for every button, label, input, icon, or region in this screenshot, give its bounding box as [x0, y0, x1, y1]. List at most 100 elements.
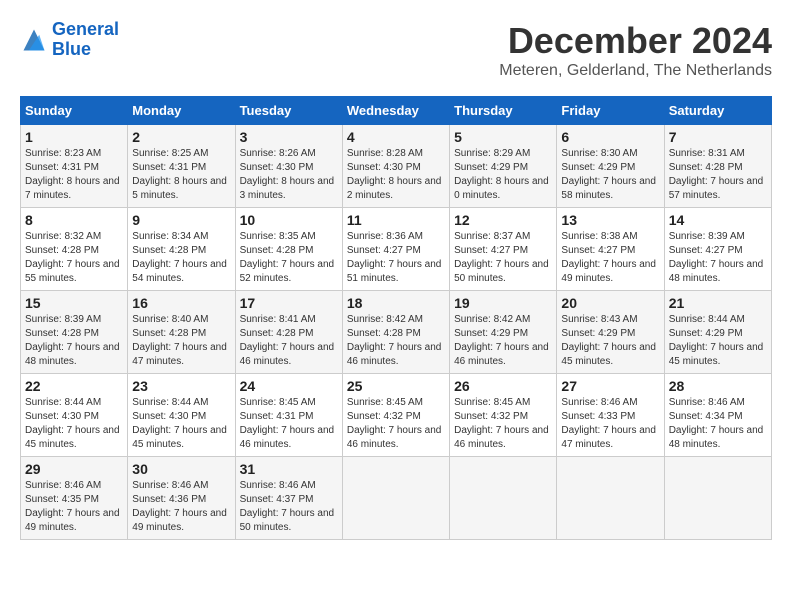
calendar-cell: 26 Sunrise: 8:45 AM Sunset: 4:32 PM Dayl…	[450, 374, 557, 457]
sunrise-label: Sunrise: 8:46 AM	[561, 397, 637, 408]
calendar-cell: 24 Sunrise: 8:45 AM Sunset: 4:31 PM Dayl…	[235, 374, 342, 457]
sunset-label: Sunset: 4:37 PM	[240, 494, 314, 505]
day-info: Sunrise: 8:37 AM Sunset: 4:27 PM Dayligh…	[454, 230, 552, 286]
sunrise-label: Sunrise: 8:42 AM	[347, 314, 423, 325]
daylight-label: Daylight: 7 hours and 45 minutes.	[132, 425, 227, 450]
sunrise-label: Sunrise: 8:30 AM	[561, 148, 637, 159]
sunrise-label: Sunrise: 8:36 AM	[347, 231, 423, 242]
day-number: 4	[347, 129, 445, 145]
calendar-week-row: 22 Sunrise: 8:44 AM Sunset: 4:30 PM Dayl…	[21, 374, 772, 457]
sunrise-label: Sunrise: 8:44 AM	[132, 397, 208, 408]
calendar-cell	[557, 457, 664, 540]
sunset-label: Sunset: 4:27 PM	[669, 245, 743, 256]
calendar-cell: 19 Sunrise: 8:42 AM Sunset: 4:29 PM Dayl…	[450, 291, 557, 374]
daylight-label: Daylight: 8 hours and 2 minutes.	[347, 176, 442, 201]
daylight-label: Daylight: 8 hours and 0 minutes.	[454, 176, 549, 201]
sunrise-label: Sunrise: 8:41 AM	[240, 314, 316, 325]
calendar-header-row: SundayMondayTuesdayWednesdayThursdayFrid…	[21, 97, 772, 125]
sunrise-label: Sunrise: 8:37 AM	[454, 231, 530, 242]
daylight-label: Daylight: 7 hours and 46 minutes.	[240, 342, 335, 367]
sunrise-label: Sunrise: 8:44 AM	[669, 314, 745, 325]
sunset-label: Sunset: 4:31 PM	[25, 162, 99, 173]
sunrise-label: Sunrise: 8:35 AM	[240, 231, 316, 242]
day-number: 6	[561, 129, 659, 145]
sunrise-label: Sunrise: 8:38 AM	[561, 231, 637, 242]
day-number: 19	[454, 295, 552, 311]
calendar-cell: 17 Sunrise: 8:41 AM Sunset: 4:28 PM Dayl…	[235, 291, 342, 374]
day-info: Sunrise: 8:44 AM Sunset: 4:30 PM Dayligh…	[132, 396, 230, 452]
calendar-cell: 15 Sunrise: 8:39 AM Sunset: 4:28 PM Dayl…	[21, 291, 128, 374]
page-header: General Blue December 2024 Meteren, Geld…	[20, 20, 772, 80]
day-info: Sunrise: 8:31 AM Sunset: 4:28 PM Dayligh…	[669, 147, 767, 203]
daylight-label: Daylight: 8 hours and 5 minutes.	[132, 176, 227, 201]
day-info: Sunrise: 8:23 AM Sunset: 4:31 PM Dayligh…	[25, 147, 123, 203]
daylight-label: Daylight: 7 hours and 47 minutes.	[561, 425, 656, 450]
day-number: 15	[25, 295, 123, 311]
daylight-label: Daylight: 7 hours and 49 minutes.	[561, 259, 656, 284]
sunset-label: Sunset: 4:33 PM	[561, 411, 635, 422]
day-of-week-header: Wednesday	[342, 97, 449, 125]
sunset-label: Sunset: 4:29 PM	[561, 328, 635, 339]
day-info: Sunrise: 8:28 AM Sunset: 4:30 PM Dayligh…	[347, 147, 445, 203]
day-info: Sunrise: 8:45 AM Sunset: 4:32 PM Dayligh…	[347, 396, 445, 452]
calendar-week-row: 1 Sunrise: 8:23 AM Sunset: 4:31 PM Dayli…	[21, 125, 772, 208]
sunset-label: Sunset: 4:30 PM	[240, 162, 314, 173]
daylight-label: Daylight: 7 hours and 48 minutes.	[25, 342, 120, 367]
daylight-label: Daylight: 7 hours and 58 minutes.	[561, 176, 656, 201]
daylight-label: Daylight: 7 hours and 50 minutes.	[454, 259, 549, 284]
logo-text: General Blue	[52, 20, 119, 60]
sunrise-label: Sunrise: 8:43 AM	[561, 314, 637, 325]
sunrise-label: Sunrise: 8:34 AM	[132, 231, 208, 242]
day-number: 16	[132, 295, 230, 311]
calendar-cell	[450, 457, 557, 540]
day-number: 25	[347, 378, 445, 394]
sunrise-label: Sunrise: 8:46 AM	[669, 397, 745, 408]
daylight-label: Daylight: 7 hours and 49 minutes.	[25, 508, 120, 533]
day-info: Sunrise: 8:42 AM Sunset: 4:29 PM Dayligh…	[454, 313, 552, 369]
sunset-label: Sunset: 4:28 PM	[240, 245, 314, 256]
calendar-body: 1 Sunrise: 8:23 AM Sunset: 4:31 PM Dayli…	[21, 125, 772, 540]
logo-icon	[20, 26, 48, 54]
day-number: 29	[25, 461, 123, 477]
daylight-label: Daylight: 8 hours and 3 minutes.	[240, 176, 335, 201]
sunset-label: Sunset: 4:35 PM	[25, 494, 99, 505]
title-block: December 2024 Meteren, Gelderland, The N…	[499, 20, 772, 80]
daylight-label: Daylight: 7 hours and 46 minutes.	[240, 425, 335, 450]
sunset-label: Sunset: 4:30 PM	[25, 411, 99, 422]
day-of-week-header: Friday	[557, 97, 664, 125]
sunset-label: Sunset: 4:28 PM	[347, 328, 421, 339]
daylight-label: Daylight: 7 hours and 46 minutes.	[347, 342, 442, 367]
day-number: 10	[240, 212, 338, 228]
sunset-label: Sunset: 4:28 PM	[240, 328, 314, 339]
daylight-label: Daylight: 7 hours and 45 minutes.	[669, 342, 764, 367]
day-number: 3	[240, 129, 338, 145]
daylight-label: Daylight: 7 hours and 55 minutes.	[25, 259, 120, 284]
day-info: Sunrise: 8:46 AM Sunset: 4:35 PM Dayligh…	[25, 479, 123, 535]
sunrise-label: Sunrise: 8:46 AM	[132, 480, 208, 491]
day-info: Sunrise: 8:44 AM Sunset: 4:29 PM Dayligh…	[669, 313, 767, 369]
day-number: 24	[240, 378, 338, 394]
daylight-label: Daylight: 7 hours and 51 minutes.	[347, 259, 442, 284]
day-number: 2	[132, 129, 230, 145]
sunrise-label: Sunrise: 8:44 AM	[25, 397, 101, 408]
day-number: 30	[132, 461, 230, 477]
location: Meteren, Gelderland, The Netherlands	[499, 62, 772, 80]
day-info: Sunrise: 8:30 AM Sunset: 4:29 PM Dayligh…	[561, 147, 659, 203]
sunset-label: Sunset: 4:28 PM	[132, 328, 206, 339]
sunrise-label: Sunrise: 8:29 AM	[454, 148, 530, 159]
sunset-label: Sunset: 4:32 PM	[454, 411, 528, 422]
calendar-cell: 10 Sunrise: 8:35 AM Sunset: 4:28 PM Dayl…	[235, 208, 342, 291]
day-number: 13	[561, 212, 659, 228]
calendar-cell: 5 Sunrise: 8:29 AM Sunset: 4:29 PM Dayli…	[450, 125, 557, 208]
calendar-cell: 11 Sunrise: 8:36 AM Sunset: 4:27 PM Dayl…	[342, 208, 449, 291]
day-number: 5	[454, 129, 552, 145]
day-info: Sunrise: 8:39 AM Sunset: 4:27 PM Dayligh…	[669, 230, 767, 286]
calendar-cell: 18 Sunrise: 8:42 AM Sunset: 4:28 PM Dayl…	[342, 291, 449, 374]
daylight-label: Daylight: 7 hours and 52 minutes.	[240, 259, 335, 284]
sunset-label: Sunset: 4:30 PM	[347, 162, 421, 173]
daylight-label: Daylight: 7 hours and 46 minutes.	[454, 342, 549, 367]
day-of-week-header: Saturday	[664, 97, 771, 125]
sunrise-label: Sunrise: 8:42 AM	[454, 314, 530, 325]
daylight-label: Daylight: 7 hours and 50 minutes.	[240, 508, 335, 533]
calendar-cell: 9 Sunrise: 8:34 AM Sunset: 4:28 PM Dayli…	[128, 208, 235, 291]
